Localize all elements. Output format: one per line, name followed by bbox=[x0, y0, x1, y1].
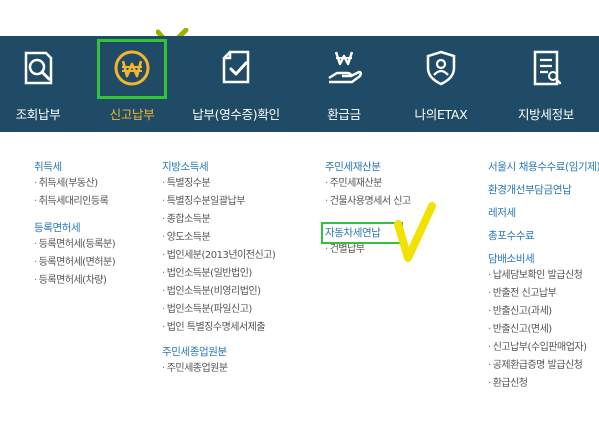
menu-item[interactable]: 취득세(부동산) bbox=[34, 175, 115, 193]
nav-item-payment-receipt[interactable]: 납부(영수증)확인 bbox=[180, 36, 292, 132]
menu-column-2: 지방소득세 특별징수분 특별징수분일괄납부 종합소득분 양도소득분 법인세분(2… bbox=[162, 160, 276, 378]
checked-document-icon bbox=[216, 48, 256, 88]
menu-category-acquisition-tax[interactable]: 취득세 bbox=[34, 160, 115, 175]
menu-category-tobacco-tax[interactable]: 담배소비세 bbox=[488, 252, 599, 267]
menu-item[interactable]: 양도소득분 bbox=[162, 229, 275, 247]
list-document-icon bbox=[526, 48, 566, 88]
menu-item[interactable]: 취득세대리인등록 bbox=[34, 193, 115, 211]
menu-item[interactable]: 반출신고(면세) bbox=[488, 321, 599, 339]
user-shield-icon bbox=[421, 48, 461, 88]
menu-item[interactable]: 법인소득분(비영리법인) bbox=[162, 283, 275, 301]
menu-category-resident-property-tax[interactable]: 주민세재산분 bbox=[325, 160, 411, 175]
menu-column-1: 취득세 취득세(부동산) 취득세대리인등록 등록면허세 등록면허세(등록분) 등… bbox=[34, 160, 116, 290]
menu-item[interactable]: 법인소득분(일반법인) bbox=[162, 265, 275, 283]
menu-item[interactable]: 법인소득분(파일신고) bbox=[162, 301, 275, 319]
menu-item[interactable]: 특별징수분일괄납부 bbox=[162, 193, 275, 211]
menu-item[interactable]: 공제환급증명 발급신청 bbox=[488, 357, 599, 375]
menu-item[interactable]: 법인 특별징수명세서제출 bbox=[162, 319, 275, 337]
nav-label: 납부(영수증)확인 bbox=[192, 107, 280, 122]
menu-item[interactable]: 반출신고(과세) bbox=[488, 303, 599, 321]
highlight-box-report-pay bbox=[97, 39, 167, 99]
nav-item-refund[interactable]: 환급금 bbox=[302, 36, 386, 132]
menu-item[interactable]: 환급신청 bbox=[488, 375, 599, 393]
menu-category-firearms-fee[interactable]: 총포수수료 bbox=[488, 229, 599, 244]
menu-item[interactable]: 납세담보확인 발급신청 bbox=[488, 267, 599, 285]
menu-category-seoul-hiring-fee[interactable]: 서울시 채용수수료(임기제) bbox=[488, 160, 599, 175]
refund-hand-icon bbox=[324, 48, 364, 88]
nav-item-my-etax[interactable]: 나의ETAX bbox=[396, 36, 486, 132]
menu-item[interactable]: 법인세분(2013년이전신고) bbox=[162, 247, 276, 265]
nav-item-local-tax-info[interactable]: 지방세정보 bbox=[500, 36, 592, 132]
search-document-icon bbox=[18, 48, 58, 88]
nav-item-lookup-pay[interactable]: 조회납부 bbox=[0, 36, 76, 132]
menu-item[interactable]: 등록면허세(면허분) bbox=[34, 254, 116, 272]
menu-item[interactable]: 등록면허세(차량) bbox=[34, 272, 115, 290]
menu-category-local-income-tax[interactable]: 지방소득세 bbox=[162, 160, 275, 175]
nav-item-report-pay[interactable]: 신고납부 bbox=[94, 36, 170, 132]
highlight-box-car-tax bbox=[321, 222, 403, 244]
highlighted-category-wrap: 자동차세연납 bbox=[321, 222, 403, 244]
menu-category-resident-employee-tax[interactable]: 주민세종업원분 bbox=[162, 345, 275, 360]
nav-label: 나의ETAX bbox=[414, 107, 468, 122]
menu-item[interactable]: 신고납부(수입판매업자) bbox=[488, 339, 599, 357]
main-nav: 조회납부 신고납부 납부(영수증)확인 환급금 나의ETAX 지방세정보 bbox=[0, 36, 599, 168]
nav-label: 환급금 bbox=[327, 107, 361, 122]
menu-item[interactable]: 종합소득분 bbox=[162, 211, 275, 229]
menu-item[interactable]: 특별징수분 bbox=[162, 175, 275, 193]
menu-item[interactable]: 반출전 신고납부 bbox=[488, 285, 599, 303]
menu-category-leisure-tax[interactable]: 레저세 bbox=[488, 206, 599, 221]
menu-item[interactable]: 주민세재산분 bbox=[325, 175, 411, 193]
menu-category-registration-license-tax[interactable]: 등록면허세 bbox=[34, 221, 115, 236]
nav-label: 지방세정보 bbox=[517, 107, 574, 122]
nav-label: 조회납부 bbox=[15, 107, 61, 122]
top-bar bbox=[0, 0, 599, 36]
annotation-check-mark-car-tax bbox=[394, 202, 436, 262]
menu-item[interactable]: 등록면허세(등록분) bbox=[34, 236, 116, 254]
nav-label: 신고납부 bbox=[109, 107, 155, 122]
menu-category-environment-charge[interactable]: 환경개선부담금연납 bbox=[488, 183, 599, 198]
nav-active-pointer bbox=[131, 159, 149, 168]
menu-item[interactable]: 주민세종업원분 bbox=[162, 360, 275, 378]
menu-column-4: 서울시 채용수수료(임기제) 환경개선부담금연납 레저세 총포수수료 담배소비세… bbox=[488, 160, 599, 393]
